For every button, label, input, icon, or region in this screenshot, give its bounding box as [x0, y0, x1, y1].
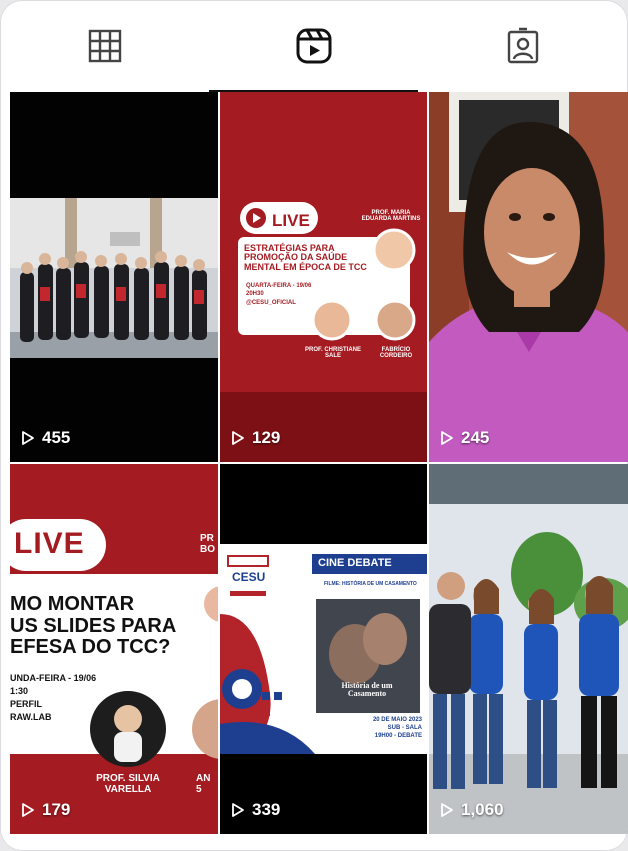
view-count: 179 [20, 800, 70, 820]
detail-line: RAW.LAB [10, 712, 52, 723]
play-outline-icon [441, 431, 453, 445]
side-fragment: AN 5 [196, 773, 211, 795]
guest-label: PROF. CHRISTIANE SALE [304, 347, 361, 360]
guest-label: FABRÍCIO CORDEIRO [379, 347, 413, 360]
tab-tagged[interactable] [418, 0, 627, 92]
detail-line: @CESU_OFICIAL [246, 299, 296, 306]
selfie-video-thumbnail [429, 92, 628, 462]
brand-logo-text: CESU [232, 570, 266, 584]
poster-title: História de um Casamento [341, 681, 393, 699]
view-count-value: 129 [252, 428, 281, 447]
tagged-icon [507, 27, 538, 64]
view-count: 129 [230, 428, 280, 448]
film-line: FILME: HISTÓRIA DE UM CASAMENTO [324, 581, 417, 587]
play-outline-icon [22, 431, 34, 445]
reel-thumbnail[interactable]: LIVE PROF. MARIA EDUARDA MARTINS ESTRATÉ… [220, 92, 427, 462]
view-count-value: 245 [461, 428, 490, 447]
profile-tabs [0, 0, 628, 92]
live-details: QUARTA-FEIRA - 19/06 20H30 @CESU_OFICIAL [246, 282, 311, 307]
group-photo-thumbnail [10, 92, 218, 462]
event-title: CINE DEBATE [318, 557, 392, 569]
view-count-value: 1,060 [461, 800, 504, 819]
tab-reels[interactable] [209, 0, 418, 92]
grid-icon [88, 29, 121, 63]
play-outline-icon [441, 803, 453, 817]
event-details: 20 DE MAIO 2023 SUB - SALA 19H00 - DEBAT… [352, 716, 422, 740]
detail-line: PERFIL [10, 699, 43, 710]
view-count: 1,060 [439, 800, 504, 820]
outdoor-group-thumbnail [429, 464, 628, 834]
detail-line: 20H30 [246, 291, 264, 298]
side-fragment: PR BO [200, 533, 215, 555]
place-line: SUB - SALA [387, 725, 422, 732]
reel-thumbnail[interactable]: 455 [10, 92, 218, 462]
detail-line: 1:30 [10, 686, 29, 697]
reels-grid: 455 LIVE PROF. MARIA EDUARDA MARTINS EST… [10, 92, 628, 834]
reel-thumbnail[interactable]: 245 [429, 92, 628, 462]
host-label: PROF. MARIA EDUARDA MARTINS [361, 210, 421, 223]
date-line: 20 DE MAIO 2023 [372, 717, 422, 723]
play-outline-icon [232, 803, 244, 817]
view-count: 455 [20, 428, 70, 448]
view-count-value: 179 [42, 800, 71, 819]
reels-icon [296, 28, 331, 64]
cine-debate-poster-graphic [220, 464, 427, 834]
reel-thumbnail[interactable]: 1,060 [429, 464, 628, 834]
live-title: ESTRATÉGIAS PARA PROMOÇÃO DA SAÚDE MENTA… [244, 243, 367, 272]
detail-line: QUARTA-FEIRA - 19/06 [246, 283, 312, 289]
view-count: 245 [439, 428, 489, 448]
title-line: US SLIDES PARA [10, 614, 177, 637]
live-badge: LIVE [14, 527, 85, 560]
speaker-label: PROF. SILVIA VARELLA [96, 773, 160, 795]
view-count-value: 455 [42, 428, 71, 447]
reels-panel: 455 LIVE PROF. MARIA EDUARDA MARTINS EST… [0, 0, 628, 851]
live-title: MO MONTAR US SLIDES PARA EFESA DO TCC? [10, 593, 177, 659]
detail-line: UNDA-FEIRA - 19/06 [10, 673, 97, 683]
view-count-value: 339 [252, 800, 281, 819]
reel-thumbnail[interactable]: LIVE PR BO MO MONTAR US SLIDES PARA EFES… [10, 464, 218, 834]
play-outline-icon [232, 431, 244, 445]
live-badge: LIVE [272, 211, 310, 230]
tab-posts[interactable] [0, 0, 209, 92]
time-line: 19H00 - DEBATE [374, 733, 422, 740]
live-details: UNDA-FEIRA - 19/06 1:30 PERFIL RAW.LAB [10, 672, 96, 724]
play-outline-icon [22, 803, 34, 817]
view-count: 339 [230, 800, 280, 820]
live-poster-graphic [220, 92, 427, 462]
reel-thumbnail[interactable]: CESU CINE DEBATE FILME: HISTÓRIA DE UM C… [220, 464, 427, 834]
title-line: EFESA DO TCC? [10, 636, 171, 659]
title-line: MO MONTAR [10, 593, 135, 615]
